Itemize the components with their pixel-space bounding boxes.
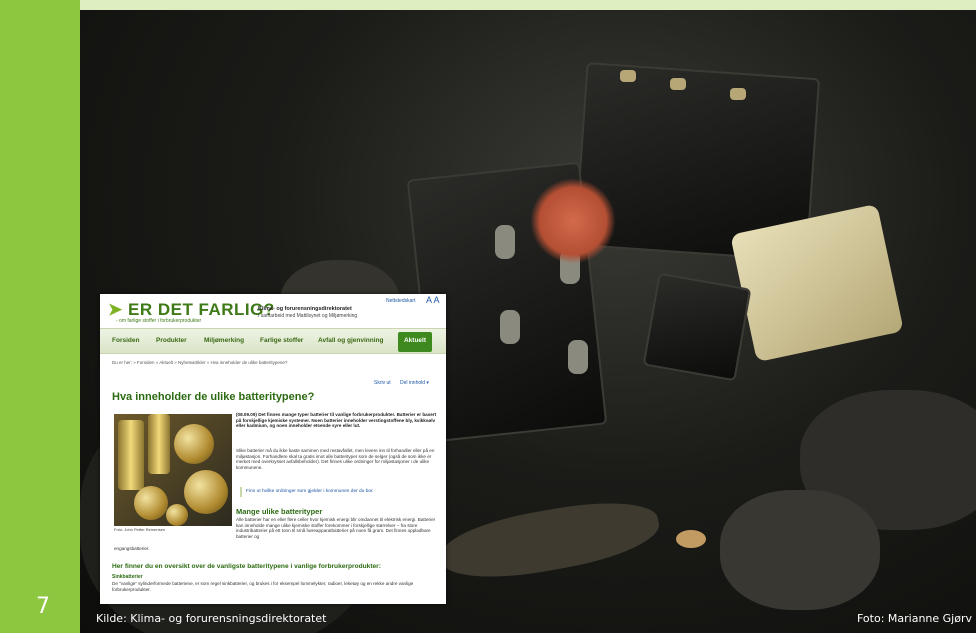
nav-avfall[interactable]: Avfall og gjenvinning xyxy=(318,337,383,344)
sinkbatterier-body: De "vanlige" sylinderformede batteriene,… xyxy=(112,581,414,592)
municipality-link[interactable]: Finn ut hvilke ordninger som gjelder i k… xyxy=(240,487,442,497)
source-caption: Kilde: Klima- og forurensningsdirektorat… xyxy=(96,612,327,625)
print-link[interactable]: Skriv ut xyxy=(374,380,391,386)
subheading-sinkbatterier: Sinkbatterier xyxy=(112,574,143,580)
section-body-continued: engangsbatterier. xyxy=(114,546,150,551)
image-caption: Foto: John Petter Reinertsen xyxy=(114,527,166,532)
article-title: Hva inneholder de ulike batteritypene? xyxy=(112,391,315,403)
text-size-toggle[interactable]: A A xyxy=(426,295,440,305)
overview-heading: Her finner du en oversikt over de vanlig… xyxy=(112,563,381,570)
nav-produkter[interactable]: Produkter xyxy=(156,337,187,344)
breadcrumb[interactable]: Du er her: » Forsiden » Aktuelt » Nyhets… xyxy=(112,360,287,365)
article-image-batteries xyxy=(114,414,232,526)
agency-name: Klima- og forurensningsdirektoratet xyxy=(258,306,352,312)
sitemap-link[interactable]: Nettstedskart xyxy=(386,298,415,304)
section-body: Alle batterier har en eller flere celler… xyxy=(236,517,436,539)
website-screenshot: ➤ ER DET FARLIG? - om farlige stoffer i … xyxy=(100,294,446,604)
site-logo[interactable]: ➤ ER DET FARLIG? xyxy=(108,300,275,320)
article-lead: (08.09.09) Det finnes mange typer batter… xyxy=(236,412,437,428)
main-nav: Forsiden Produkter Miljømerking Farlige … xyxy=(100,328,446,354)
section-heading: Mange ulike batterityper xyxy=(236,507,323,516)
starfish xyxy=(530,178,616,264)
slide-sidebar: 7 xyxy=(0,0,80,633)
article-body: Slike batterier må du ikke kaste sammen … xyxy=(236,448,435,470)
nav-forsiden[interactable]: Forsiden xyxy=(112,337,139,344)
cooperation-text: I samarbeid med Mattilsynet og Miljømerk… xyxy=(258,313,358,319)
share-link[interactable]: Del innhold ▾ xyxy=(400,380,429,386)
arrow-icon: ➤ xyxy=(108,300,123,319)
nav-farlige-stoffer[interactable]: Farlige stoffer xyxy=(260,337,303,344)
nav-aktuelt[interactable]: Aktuelt xyxy=(398,332,432,352)
slide-number: 7 xyxy=(36,594,50,619)
nav-miljomerking[interactable]: Miljømerking xyxy=(204,337,244,344)
photo-credit: Foto: Marianne Gjørv xyxy=(856,612,972,625)
site-tagline: - om farlige stoffer i forbrukerprodukte… xyxy=(116,318,202,324)
site-header: ➤ ER DET FARLIG? - om farlige stoffer i … xyxy=(100,294,446,328)
